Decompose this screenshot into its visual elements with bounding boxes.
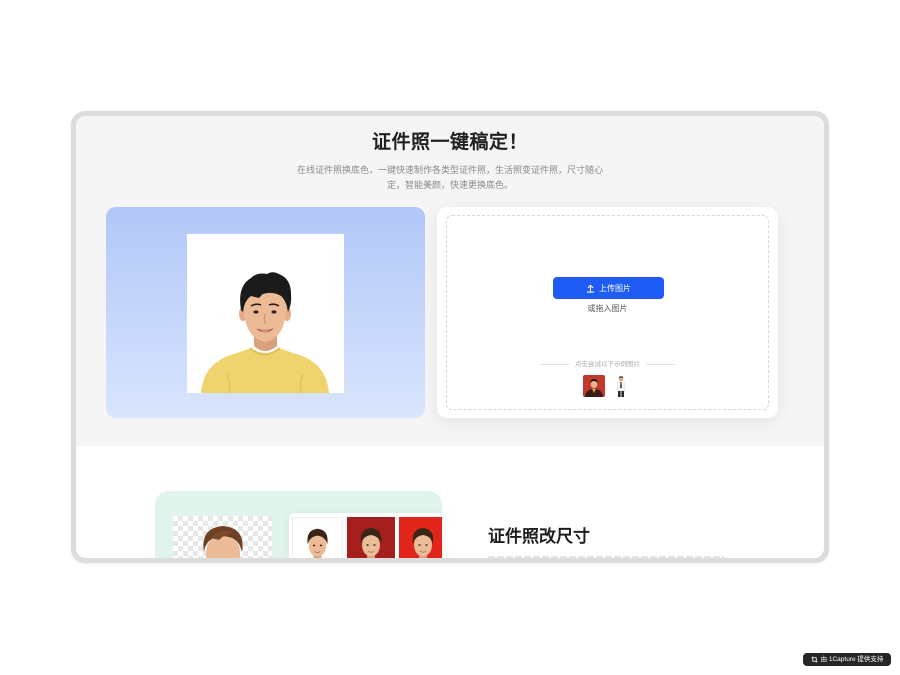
divider-right [646,364,676,365]
portrait-white-background [307,528,328,558]
background-option-red[interactable] [399,517,442,558]
preview-panel [106,207,425,418]
hero-section: 证件照一键稿定！ 在线证件照换底色，一键快速制作各类型证件照，生活照变证件照，尺… [76,116,824,446]
drag-hint: 或拖入图片 [587,304,628,313]
hero-subtitle-line-1: 在线证件照换底色，一键快速制作各类型证件照，生活照变证件照，尺寸随心 [296,165,603,175]
powered-by-text: 由 1Capture 提供支持 [820,656,884,663]
portrait-dark-red-background [360,528,382,558]
hero-subtitle-line-2: 定，智能美颜，快速更换底色。 [386,180,513,190]
sample-portrait-red [585,379,603,397]
upload-image-button[interactable]: 上传图片 [553,277,664,299]
upload-icon [586,284,595,293]
page-viewport[interactable]: 证件照一键稿定！ 在线证件照换底色，一键快速制作各类型证件照，生活照变证件照，尺… [76,116,824,558]
resize-feature-section: 证件照改尺寸 [76,446,824,558]
resize-feature-visual [155,491,442,558]
background-option-dark-red[interactable] [347,517,395,558]
sample-image-white[interactable] [612,375,630,397]
feature-description-clipped [488,556,724,558]
upload-button-label: 上传图片 [599,283,631,293]
upload-card: 上传图片 或拖入图片 点击尝试以下示例图片 [437,207,778,418]
divider-left [539,364,569,365]
background-option-white[interactable] [292,517,343,558]
transparent-cutout-preview [173,516,272,558]
sample-hint: 点击尝试以下示例图片 [575,361,640,368]
portrait-red-background [412,528,434,558]
cutout-portrait [203,526,243,558]
sample-portrait-white [616,376,626,397]
browser-frame: 证件照一键稿定！ 在线证件照换底色，一键快速制作各类型证件照，生活照变证件照，尺… [71,111,829,563]
powered-by-badge[interactable]: 由 1Capture 提供支持 [803,653,891,666]
feature-title: 证件照改尺寸 [488,527,590,546]
example-id-photo [187,234,344,393]
background-color-options [289,513,442,558]
page-title: 证件照一键稿定！ [371,132,528,153]
sample-hint-row: 点击尝试以下示例图片 [447,360,768,369]
crop-icon [811,656,818,663]
portrait-illustration [201,272,329,393]
upload-dropzone[interactable]: 上传图片 或拖入图片 点击尝试以下示例图片 [446,215,769,410]
sample-image-red[interactable] [583,375,605,397]
